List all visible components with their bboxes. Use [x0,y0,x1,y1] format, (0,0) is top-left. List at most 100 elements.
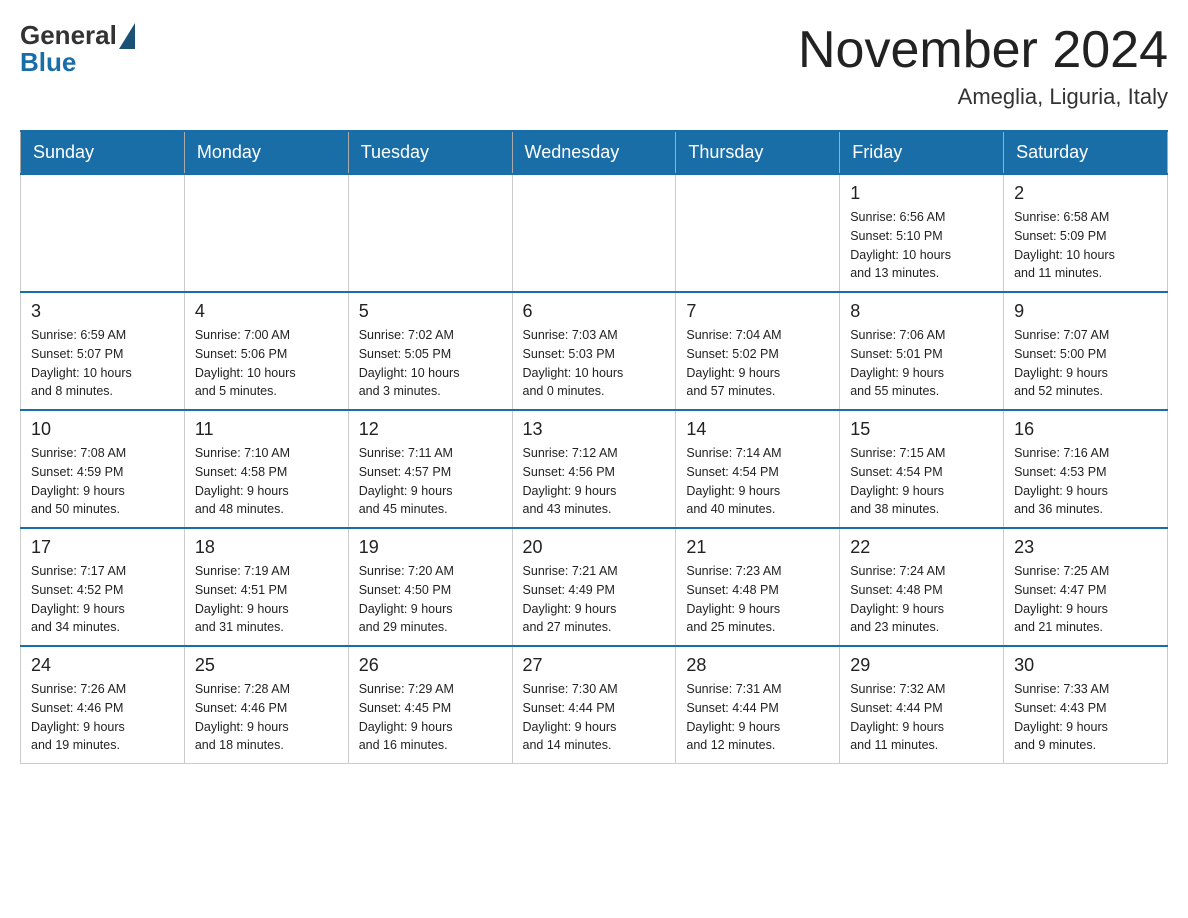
calendar-title: November 2024 [798,20,1168,80]
logo: General Blue [20,20,135,78]
calendar-cell: 3 Sunrise: 6:59 AM Sunset: 5:07 PM Daylig… [21,292,185,410]
calendar-cell [21,174,185,292]
day-info: Sunrise: 7:07 AM Sunset: 5:00 PM Dayligh… [1014,326,1157,401]
calendar-week-5: 24 Sunrise: 7:26 AM Sunset: 4:46 PM Dayli… [21,646,1168,764]
calendar-cell: 9 Sunrise: 7:07 AM Sunset: 5:00 PM Daylig… [1004,292,1168,410]
day-number: 14 [686,419,829,440]
calendar-cell: 7 Sunrise: 7:04 AM Sunset: 5:02 PM Daylig… [676,292,840,410]
day-info: Sunrise: 7:19 AM Sunset: 4:51 PM Dayligh… [195,562,338,637]
calendar-cell: 6Sunrise: 7:03 AM Sunset: 5:03 PM Daylig… [512,292,676,410]
day-info: Sunrise: 7:08 AM Sunset: 4:59 PM Dayligh… [31,444,174,519]
calendar-cell: 12 Sunrise: 7:11 AM Sunset: 4:57 PM Dayli… [348,410,512,528]
calendar-cell: 5 Sunrise: 7:02 AM Sunset: 5:05 PM Daylig… [348,292,512,410]
calendar-cell: 26Sunrise: 7:29 AM Sunset: 4:45 PM Dayli… [348,646,512,764]
day-number: 20 [523,537,666,558]
logo-triangle-icon [119,23,135,49]
day-number: 2 [1014,183,1157,204]
calendar-cell: 27Sunrise: 7:30 AM Sunset: 4:44 PM Dayli… [512,646,676,764]
calendar-cell: 20 Sunrise: 7:21 AM Sunset: 4:49 PM Dayli… [512,528,676,646]
day-number: 8 [850,301,993,322]
day-number: 29 [850,655,993,676]
calendar-cell: 15 Sunrise: 7:15 AM Sunset: 4:54 PM Dayli… [840,410,1004,528]
weekday-header-friday: Friday [840,131,1004,174]
weekday-header-monday: Monday [184,131,348,174]
calendar-subtitle: Ameglia, Liguria, Italy [798,84,1168,110]
day-number: 10 [31,419,174,440]
day-info: Sunrise: 7:16 AM Sunset: 4:53 PM Dayligh… [1014,444,1157,519]
calendar-cell: 30Sunrise: 7:33 AM Sunset: 4:43 PM Dayli… [1004,646,1168,764]
day-number: 26 [359,655,502,676]
day-number: 28 [686,655,829,676]
day-info: Sunrise: 7:06 AM Sunset: 5:01 PM Dayligh… [850,326,993,401]
calendar-cell: 14 Sunrise: 7:14 AM Sunset: 4:54 PM Dayli… [676,410,840,528]
calendar-cell: 18 Sunrise: 7:19 AM Sunset: 4:51 PM Dayli… [184,528,348,646]
day-info: Sunrise: 7:23 AM Sunset: 4:48 PM Dayligh… [686,562,829,637]
calendar-cell [676,174,840,292]
day-info: Sunrise: 7:30 AM Sunset: 4:44 PM Dayligh… [523,680,666,755]
day-info: Sunrise: 7:10 AM Sunset: 4:58 PM Dayligh… [195,444,338,519]
calendar-cell: 4 Sunrise: 7:00 AM Sunset: 5:06 PM Daylig… [184,292,348,410]
day-info: Sunrise: 7:31 AM Sunset: 4:44 PM Dayligh… [686,680,829,755]
day-info: Sunrise: 7:32 AM Sunset: 4:44 PM Dayligh… [850,680,993,755]
day-info: Sunrise: 7:03 AM Sunset: 5:03 PM Dayligh… [523,326,666,401]
calendar-cell: 8 Sunrise: 7:06 AM Sunset: 5:01 PM Daylig… [840,292,1004,410]
day-info: Sunrise: 7:04 AM Sunset: 5:02 PM Dayligh… [686,326,829,401]
weekday-header-wednesday: Wednesday [512,131,676,174]
calendar-cell: 16Sunrise: 7:16 AM Sunset: 4:53 PM Dayli… [1004,410,1168,528]
page-header: General Blue November 2024 Ameglia, Ligu… [20,20,1168,110]
day-number: 22 [850,537,993,558]
day-info: Sunrise: 7:24 AM Sunset: 4:48 PM Dayligh… [850,562,993,637]
day-number: 11 [195,419,338,440]
calendar-cell: 22 Sunrise: 7:24 AM Sunset: 4:48 PM Dayli… [840,528,1004,646]
calendar-week-4: 17 Sunrise: 7:17 AM Sunset: 4:52 PM Dayli… [21,528,1168,646]
weekday-header-sunday: Sunday [21,131,185,174]
day-number: 7 [686,301,829,322]
title-section: November 2024 Ameglia, Liguria, Italy [798,20,1168,110]
calendar-cell: 19Sunrise: 7:20 AM Sunset: 4:50 PM Dayli… [348,528,512,646]
calendar-table: SundayMondayTuesdayWednesdayThursdayFrid… [20,130,1168,764]
day-number: 19 [359,537,502,558]
day-number: 21 [686,537,829,558]
day-info: Sunrise: 6:59 AM Sunset: 5:07 PM Dayligh… [31,326,174,401]
day-number: 24 [31,655,174,676]
calendar-cell: 2 Sunrise: 6:58 AM Sunset: 5:09 PM Daylig… [1004,174,1168,292]
day-info: Sunrise: 7:00 AM Sunset: 5:06 PM Dayligh… [195,326,338,401]
day-info: Sunrise: 7:14 AM Sunset: 4:54 PM Dayligh… [686,444,829,519]
day-number: 4 [195,301,338,322]
day-info: Sunrise: 7:02 AM Sunset: 5:05 PM Dayligh… [359,326,502,401]
day-number: 9 [1014,301,1157,322]
weekday-header-saturday: Saturday [1004,131,1168,174]
day-number: 12 [359,419,502,440]
weekday-header-thursday: Thursday [676,131,840,174]
calendar-cell: 10 Sunrise: 7:08 AM Sunset: 4:59 PM Dayli… [21,410,185,528]
day-number: 5 [359,301,502,322]
day-number: 23 [1014,537,1157,558]
calendar-cell: 29 Sunrise: 7:32 AM Sunset: 4:44 PM Dayli… [840,646,1004,764]
calendar-cell: 25Sunrise: 7:28 AM Sunset: 4:46 PM Dayli… [184,646,348,764]
calendar-cell: 28 Sunrise: 7:31 AM Sunset: 4:44 PM Dayli… [676,646,840,764]
day-number: 17 [31,537,174,558]
calendar-cell [348,174,512,292]
calendar-week-2: 3 Sunrise: 6:59 AM Sunset: 5:07 PM Daylig… [21,292,1168,410]
weekday-header-tuesday: Tuesday [348,131,512,174]
day-info: Sunrise: 7:21 AM Sunset: 4:49 PM Dayligh… [523,562,666,637]
calendar-cell [512,174,676,292]
day-number: 3 [31,301,174,322]
day-number: 15 [850,419,993,440]
day-info: Sunrise: 7:15 AM Sunset: 4:54 PM Dayligh… [850,444,993,519]
calendar-week-1: 1Sunrise: 6:56 AM Sunset: 5:10 PM Daylig… [21,174,1168,292]
day-info: Sunrise: 7:17 AM Sunset: 4:52 PM Dayligh… [31,562,174,637]
calendar-cell: 21 Sunrise: 7:23 AM Sunset: 4:48 PM Dayli… [676,528,840,646]
calendar-cell: 17 Sunrise: 7:17 AM Sunset: 4:52 PM Dayli… [21,528,185,646]
day-info: Sunrise: 7:26 AM Sunset: 4:46 PM Dayligh… [31,680,174,755]
day-number: 13 [523,419,666,440]
calendar-cell: 24 Sunrise: 7:26 AM Sunset: 4:46 PM Dayli… [21,646,185,764]
day-info: Sunrise: 6:58 AM Sunset: 5:09 PM Dayligh… [1014,208,1157,283]
day-number: 30 [1014,655,1157,676]
day-info: Sunrise: 7:12 AM Sunset: 4:56 PM Dayligh… [523,444,666,519]
calendar-cell: 1Sunrise: 6:56 AM Sunset: 5:10 PM Daylig… [840,174,1004,292]
day-info: Sunrise: 7:11 AM Sunset: 4:57 PM Dayligh… [359,444,502,519]
day-info: Sunrise: 7:28 AM Sunset: 4:46 PM Dayligh… [195,680,338,755]
day-number: 18 [195,537,338,558]
calendar-cell: 13 Sunrise: 7:12 AM Sunset: 4:56 PM Dayli… [512,410,676,528]
